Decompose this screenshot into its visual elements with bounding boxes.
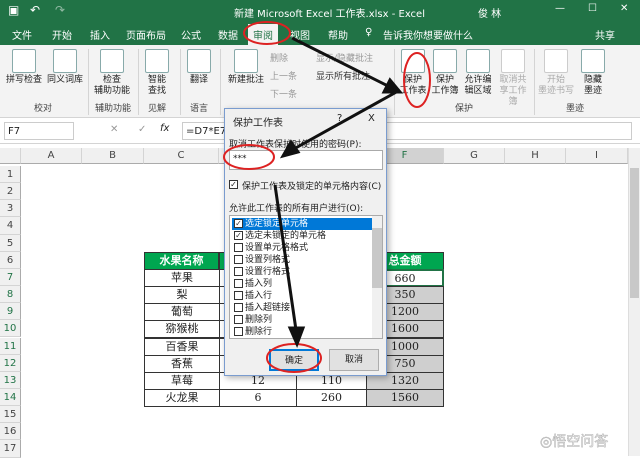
highlight-ok [266,343,322,373]
highlight-password [223,144,275,170]
highlight-review-tab [243,21,291,45]
annotation-overlay: ◎悟空问答 [223,21,608,450]
arrows [273,36,404,348]
highlight-protect-sheet [403,52,431,108]
watermark-logo: ◎悟空问答 [540,433,608,450]
